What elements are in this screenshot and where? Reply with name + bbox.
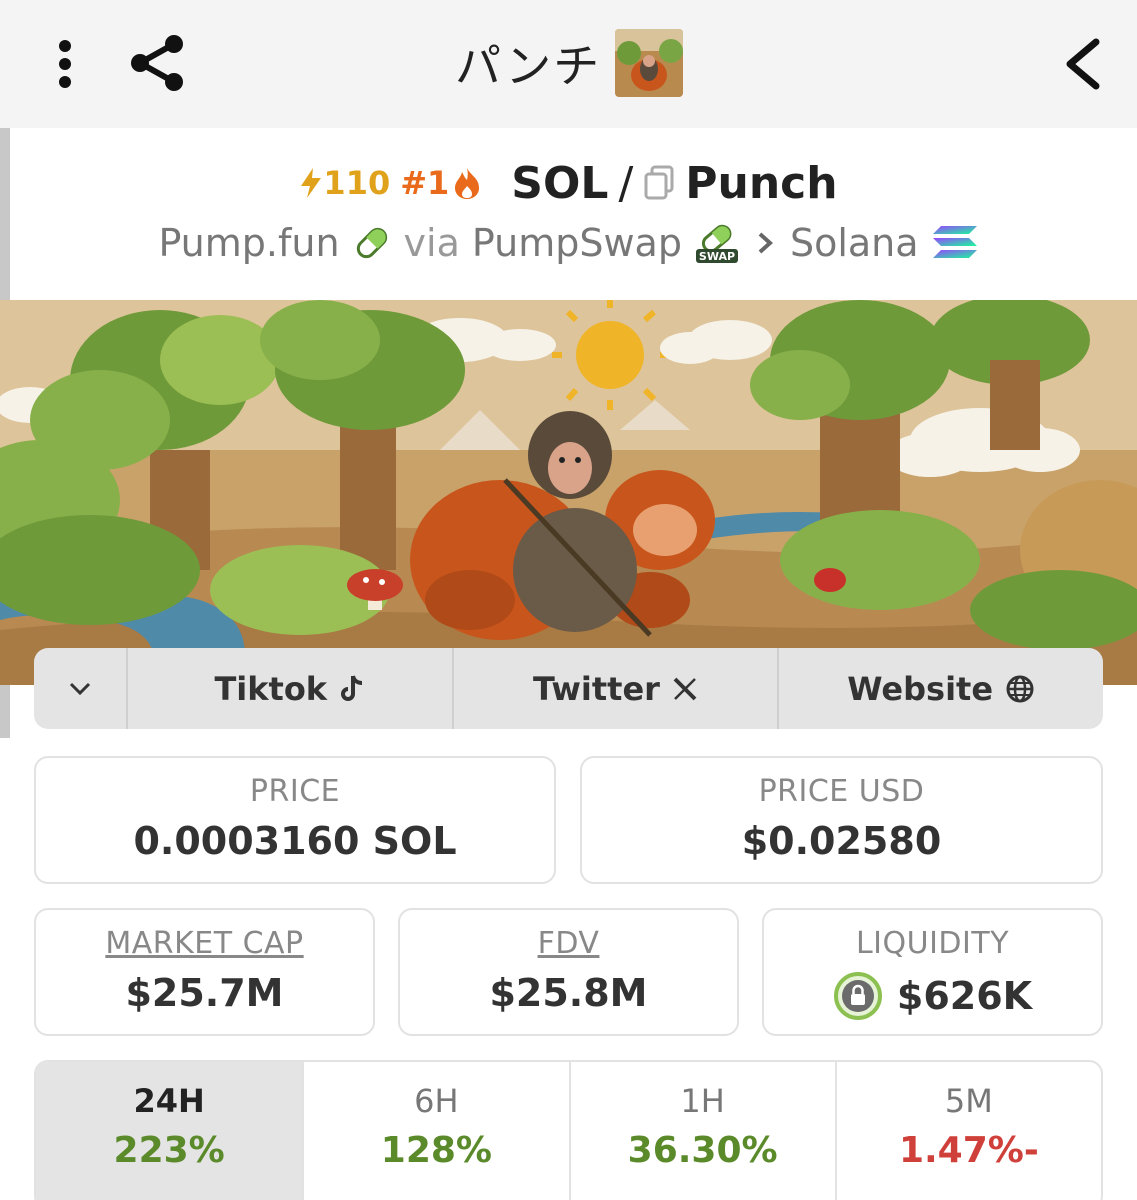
fdv-label[interactable]: FDV xyxy=(400,926,737,961)
social-links-bar: Tiktok Twitter Website xyxy=(34,648,1103,729)
tab-period: 24H xyxy=(133,1082,205,1120)
liquidity-box: LIQUIDITY $626K xyxy=(762,908,1103,1036)
tab-period: 1H xyxy=(680,1082,725,1120)
chevron-right-icon xyxy=(758,232,773,254)
expand-links-button[interactable] xyxy=(34,648,126,729)
swap-name[interactable]: PumpSwap xyxy=(472,221,682,265)
tab-24h[interactable]: 24H 223% xyxy=(36,1062,303,1200)
tiktok-label: Tiktok xyxy=(214,669,328,708)
market-cap-value: $25.7M xyxy=(125,971,284,1015)
liquidity-label: LIQUIDITY xyxy=(855,926,1010,961)
pair-header: 110 #1 SOL / Punch xyxy=(0,152,1137,214)
website-label: Website xyxy=(847,669,994,708)
website-link[interactable]: Website xyxy=(777,648,1103,729)
more-menu-icon[interactable] xyxy=(52,38,78,90)
token-banner-image xyxy=(0,300,1137,685)
swap-badge-text: SWAP xyxy=(699,250,735,263)
tab-change: 1.47%- xyxy=(898,1130,1039,1171)
route-info: Pump.fun via PumpSwap SWAP Solana xyxy=(0,214,1137,272)
copy-icon[interactable] xyxy=(643,165,675,201)
x-logo-icon xyxy=(673,677,697,700)
share-icon[interactable] xyxy=(128,32,188,94)
tab-change: 36.30% xyxy=(627,1130,778,1171)
lock-icon[interactable] xyxy=(833,971,883,1021)
tab-5m[interactable]: 5M 1.47%- xyxy=(834,1062,1101,1200)
price-value: 0.0003160 SOL xyxy=(133,819,457,863)
twitter-label: Twitter xyxy=(533,669,660,708)
pair-separator: / xyxy=(618,157,634,209)
trending-rank[interactable]: #1 xyxy=(400,164,481,202)
pumpswap-icon: SWAP xyxy=(695,224,738,263)
chain-name[interactable]: Solana xyxy=(790,221,919,265)
fdv-box: FDV $25.8M xyxy=(398,908,739,1036)
market-cap-label[interactable]: MARKET CAP xyxy=(36,926,373,961)
token-thumbnail xyxy=(615,29,684,97)
lightning-icon xyxy=(301,168,322,198)
price-change-tabs: 24H 223% 6H 128% 1H 36.30% 5M 1.47%- xyxy=(34,1060,1103,1200)
price-usd-label: PRICE USD xyxy=(758,774,925,809)
price-box: PRICE 0.0003160 SOL xyxy=(34,756,556,884)
tab-change: 223% xyxy=(113,1130,225,1171)
price-label: PRICE xyxy=(249,774,341,809)
tiktok-link[interactable]: Tiktok xyxy=(125,648,452,729)
liquidity-value: $626K xyxy=(896,974,1033,1018)
market-cap-box: MARKET CAP $25.7M xyxy=(34,908,375,1036)
tab-period: 6H xyxy=(414,1082,459,1120)
boost-count: 110 xyxy=(323,164,391,202)
price-usd-box: PRICE USD $0.02580 xyxy=(580,756,1103,884)
boost-badge[interactable]: 110 xyxy=(299,164,390,202)
tab-period: 5M xyxy=(944,1082,993,1120)
globe-icon xyxy=(1006,675,1034,702)
tab-1h[interactable]: 1H 36.30% xyxy=(568,1062,835,1200)
fire-icon xyxy=(455,168,480,199)
pill-icon xyxy=(356,227,387,259)
quote-token: Punch xyxy=(685,157,838,209)
tab-change: 128% xyxy=(380,1130,492,1171)
twitter-link[interactable]: Twitter xyxy=(451,648,778,729)
page-title: パンチ xyxy=(455,39,602,93)
tiktok-icon xyxy=(341,674,363,701)
solana-icon xyxy=(932,226,977,258)
base-token: SOL xyxy=(511,157,609,209)
fdv-value: $25.8M xyxy=(489,971,648,1015)
rank-number: #1 xyxy=(400,164,450,202)
tab-6h[interactable]: 6H 128% xyxy=(302,1062,568,1200)
chevron-left-icon[interactable] xyxy=(1058,36,1104,92)
dex-name[interactable]: Pump.fun xyxy=(158,221,339,265)
via-label: via xyxy=(403,221,460,265)
token-title: パンチ xyxy=(455,28,684,98)
liquidity-row: $626K xyxy=(764,971,1101,1021)
price-usd-value: $0.02580 xyxy=(741,819,942,863)
chevron-down-icon xyxy=(69,682,91,695)
top-bar: パンチ xyxy=(0,0,1137,128)
